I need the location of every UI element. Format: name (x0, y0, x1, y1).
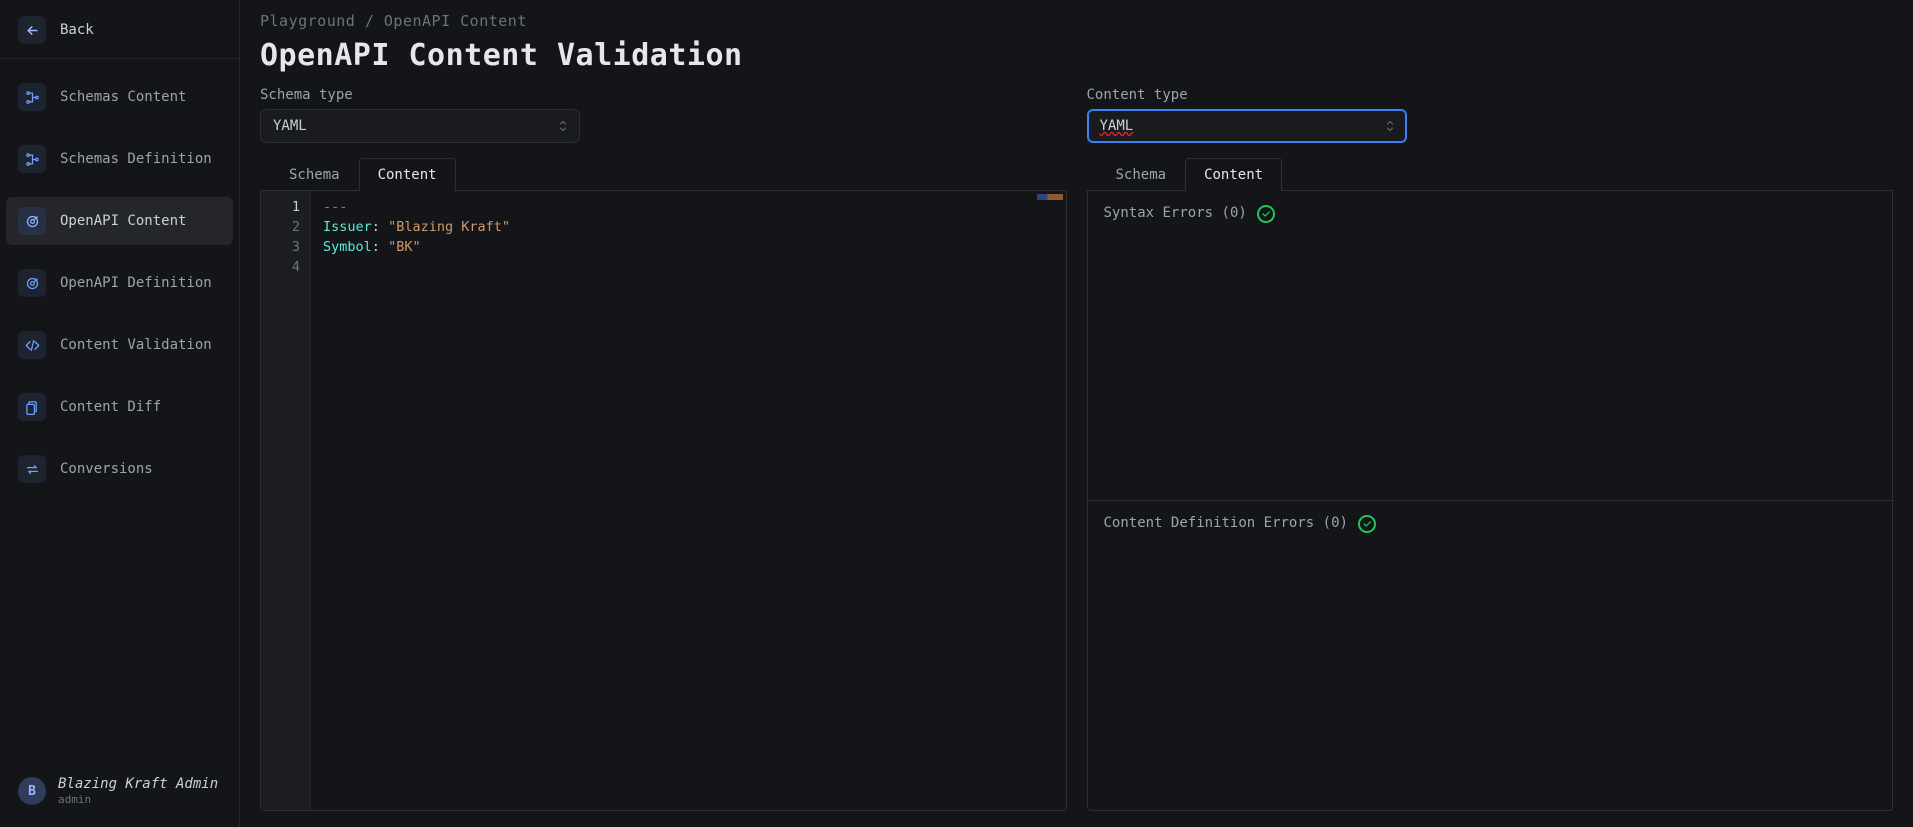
target-icon (18, 269, 46, 297)
right-pane: Content type YAML Schema Content Syntax … (1087, 87, 1894, 811)
breadcrumb: Playground / OpenAPI Content (260, 10, 1893, 34)
breadcrumb-part[interactable]: OpenAPI Content (384, 12, 527, 30)
tree-icon (18, 145, 46, 173)
split-panes: Schema type YAML Schema Content 1 2 (260, 87, 1893, 811)
check-ok-icon (1257, 205, 1275, 223)
syntax-errors-title: Syntax Errors (1104, 205, 1214, 221)
sidebar-item-openapi-content[interactable]: OpenAPI Content (6, 197, 233, 245)
content-type-label: Content type (1087, 87, 1894, 103)
syntax-errors-count: (0) (1213, 205, 1247, 221)
left-pane: Schema type YAML Schema Content 1 2 (260, 87, 1067, 811)
right-tabs: Schema Content (1087, 157, 1894, 191)
target-icon (18, 207, 46, 235)
user-meta: Blazing Kraft Admin admin (58, 776, 218, 807)
sidebar: Back Schemas Content Schemas Definition (0, 0, 240, 827)
select-value: YAML (273, 118, 307, 134)
code-area[interactable]: --- Issuer: "Blazing Kraft" Symbol: "BK" (311, 191, 1066, 810)
line-gutter: 1 2 3 4 (261, 191, 311, 810)
schema-type-label: Schema type (260, 87, 1067, 103)
schema-type-select[interactable]: YAML (260, 109, 580, 143)
app-root: Back Schemas Content Schemas Definition (0, 0, 1913, 827)
tab-content[interactable]: Content (359, 158, 456, 191)
sidebar-nav: Schemas Content Schemas Definition OpenA… (6, 67, 233, 499)
sidebar-item-openapi-definition[interactable]: OpenAPI Definition (6, 259, 233, 307)
back-button[interactable]: Back (6, 6, 233, 54)
errors-panel: Syntax Errors (0) Content Definition Err… (1087, 191, 1894, 811)
sidebar-item-label: Schemas Content (60, 89, 186, 105)
sidebar-item-label: OpenAPI Content (60, 213, 186, 229)
tab-content[interactable]: Content (1185, 158, 1282, 191)
left-tabs: Schema Content (260, 157, 1067, 191)
editor[interactable]: 1 2 3 4 --- Issuer: "Blazing Kraft" Symb… (260, 191, 1067, 811)
content-def-errors-panel: Content Definition Errors (0) (1088, 501, 1893, 810)
user-menu[interactable]: B Blazing Kraft Admin admin (6, 766, 233, 817)
tree-icon (18, 83, 46, 111)
swap-icon (18, 455, 46, 483)
sidebar-item-label: Content Validation (60, 337, 212, 353)
breadcrumb-part[interactable]: Playground (260, 12, 355, 30)
sidebar-item-label: OpenAPI Definition (60, 275, 212, 291)
chevron-updown-icon (1384, 119, 1396, 133)
content-def-errors-count: (0) (1314, 515, 1348, 531)
sidebar-item-label: Conversions (60, 461, 153, 477)
syntax-errors-panel: Syntax Errors (0) (1088, 191, 1893, 501)
sidebar-item-content-validation[interactable]: Content Validation (6, 321, 233, 369)
back-icon (18, 16, 46, 44)
content-def-errors-title: Content Definition Errors (1104, 515, 1315, 531)
tab-schema[interactable]: Schema (1097, 158, 1186, 191)
check-ok-icon (1358, 515, 1376, 533)
user-name: Blazing Kraft Admin (58, 776, 218, 794)
sidebar-item-schemas-content[interactable]: Schemas Content (6, 73, 233, 121)
back-label: Back (60, 22, 94, 38)
code-icon (18, 331, 46, 359)
page-title: OpenAPI Content Validation (260, 38, 1893, 73)
sidebar-item-content-diff[interactable]: Content Diff (6, 383, 233, 431)
sidebar-item-schemas-definition[interactable]: Schemas Definition (6, 135, 233, 183)
user-role: admin (58, 793, 218, 807)
chevron-updown-icon (557, 119, 569, 133)
select-value: YAML (1100, 118, 1134, 134)
divider (0, 58, 239, 59)
sidebar-item-conversions[interactable]: Conversions (6, 445, 233, 493)
tab-schema[interactable]: Schema (270, 158, 359, 191)
avatar: B (18, 777, 46, 805)
sidebar-item-label: Content Diff (60, 399, 161, 415)
sidebar-item-label: Schemas Definition (60, 151, 212, 167)
content-type-select[interactable]: YAML (1087, 109, 1407, 143)
diff-icon (18, 393, 46, 421)
minimap (1037, 194, 1063, 200)
main: Playground / OpenAPI Content OpenAPI Con… (240, 0, 1913, 827)
